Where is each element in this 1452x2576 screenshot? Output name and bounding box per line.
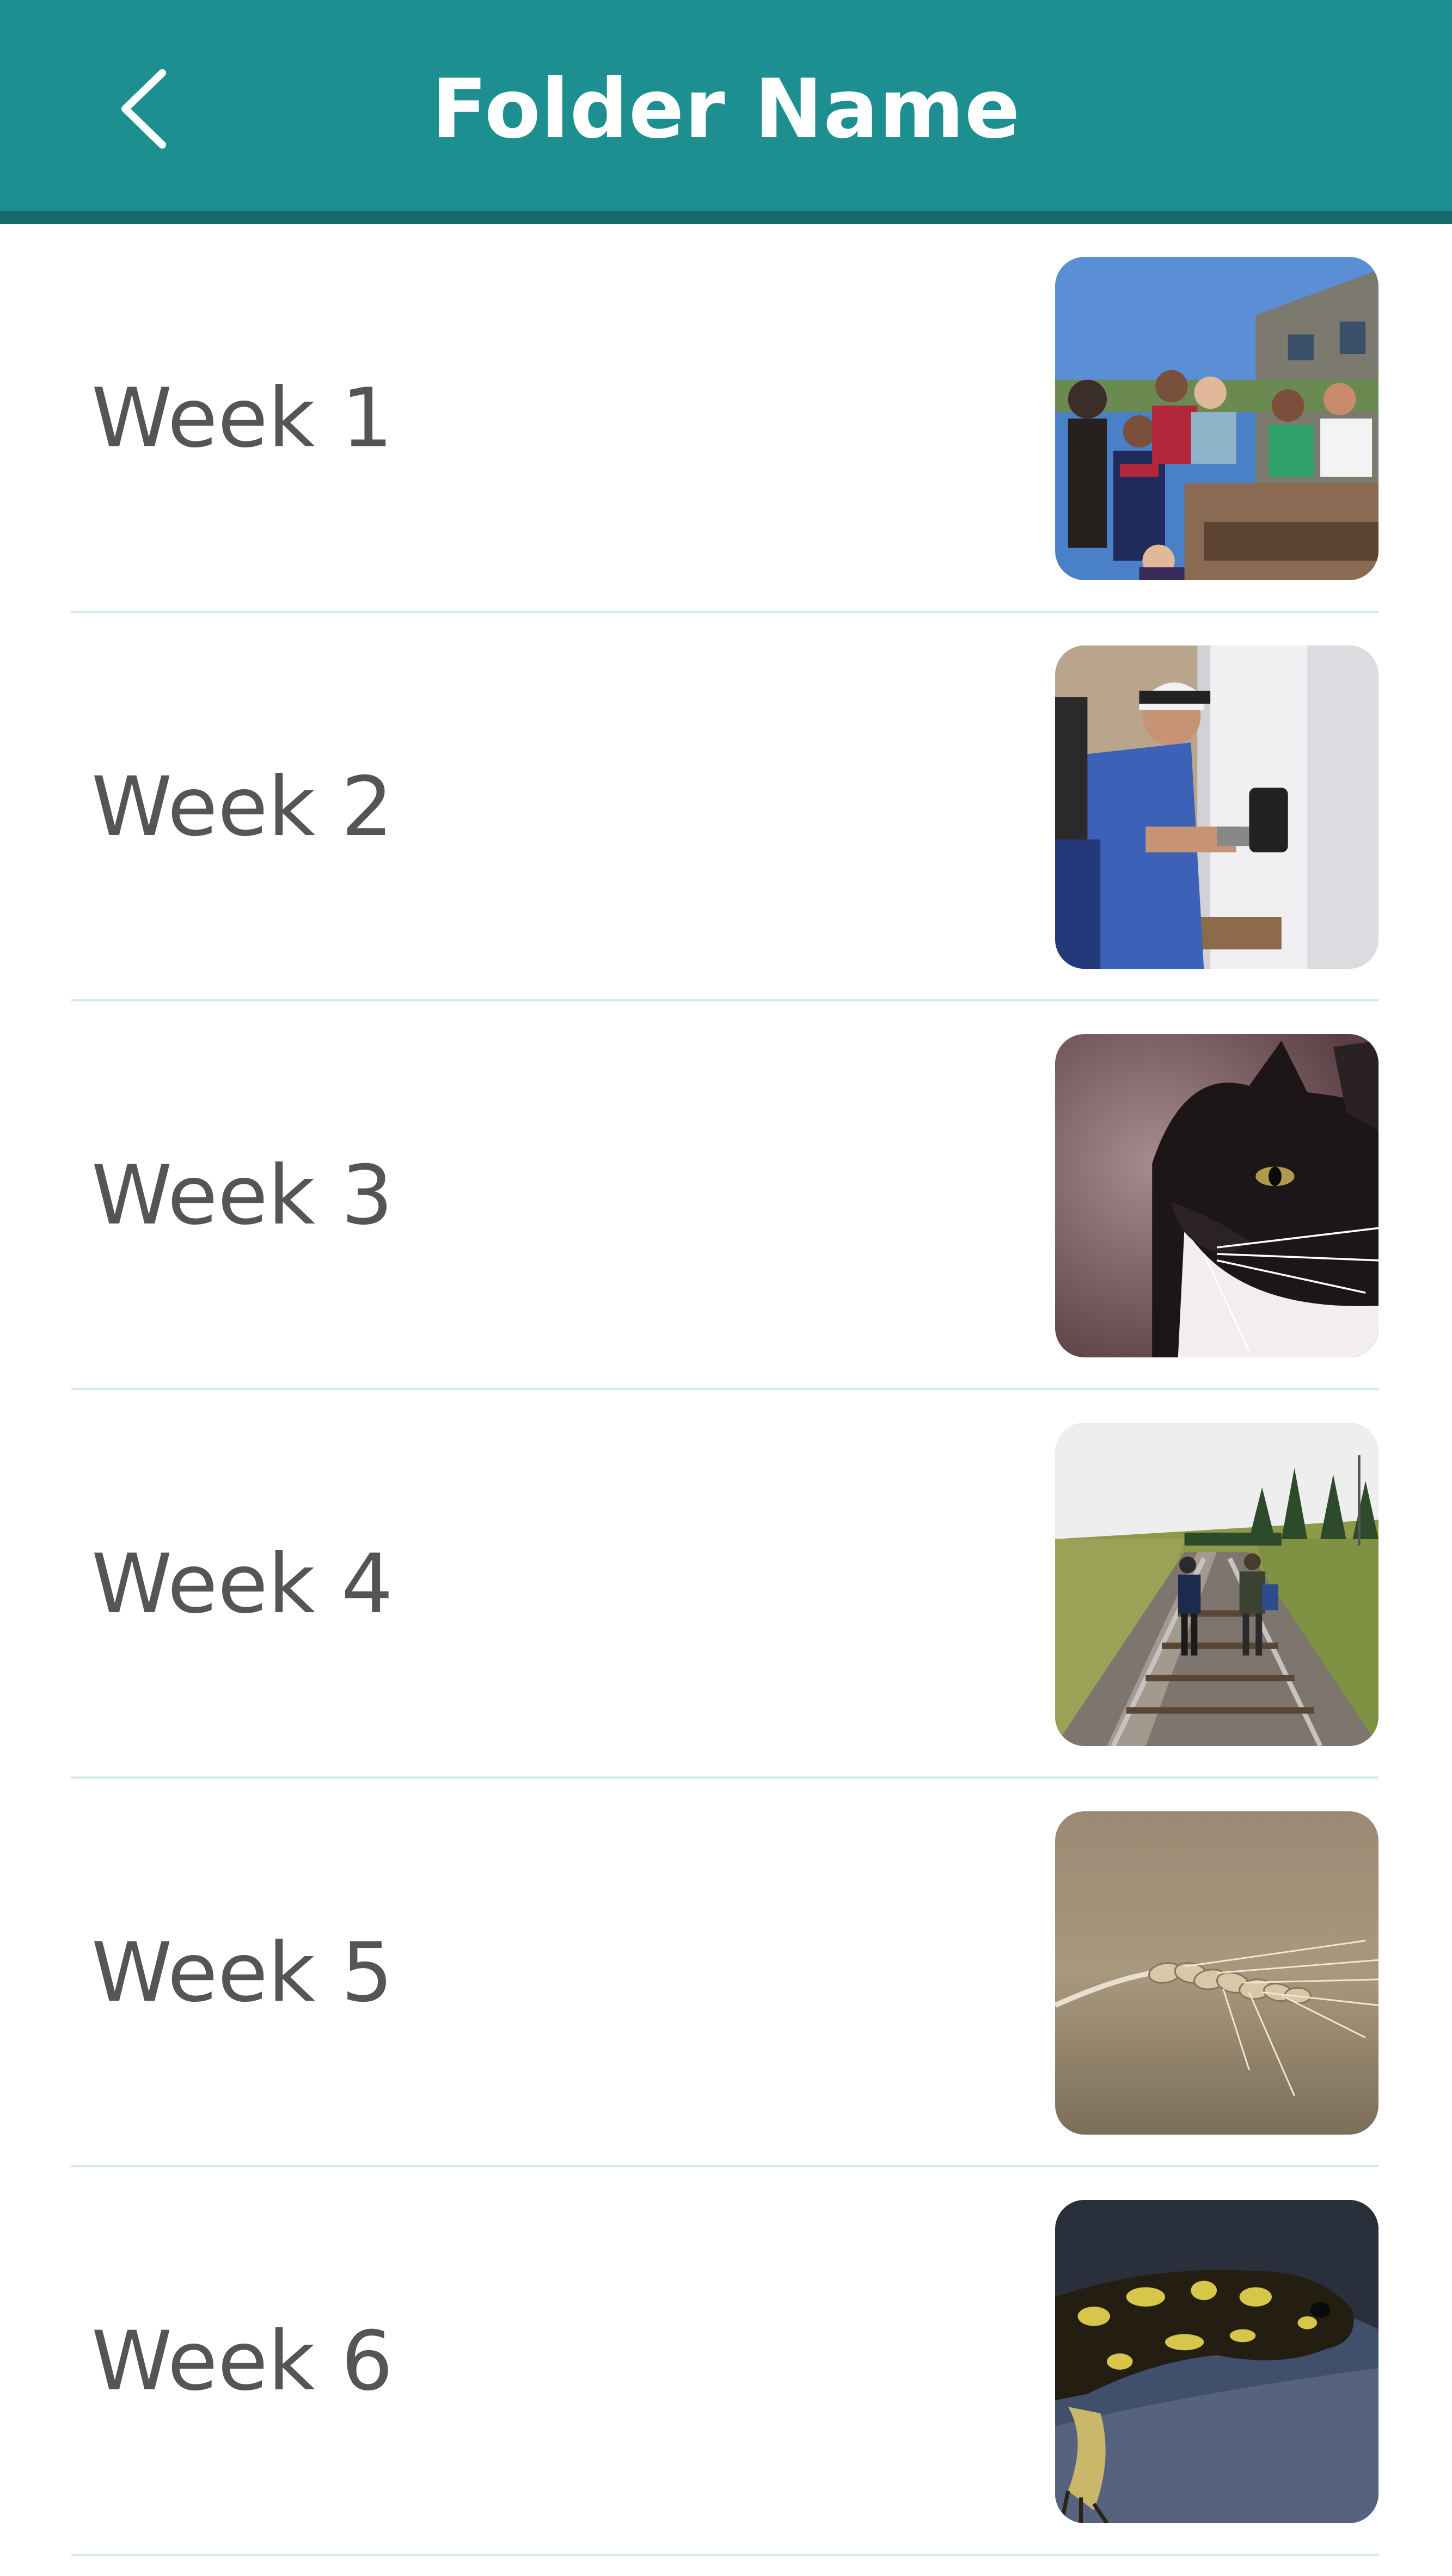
list-item-label: Week 5 (91, 1926, 394, 2020)
list-item-week-3[interactable]: Week 3 (0, 1001, 1452, 1390)
list-item-label: Week 4 (91, 1537, 394, 1632)
app-bar: Folder Name (0, 0, 1452, 224)
thumbnail-image (1055, 257, 1379, 580)
thumbnail-image (1055, 1034, 1379, 1357)
list-item-week-6[interactable]: Week 6 (0, 2167, 1452, 2556)
thumbnail-image (1055, 1811, 1379, 2135)
divider (71, 2554, 1379, 2556)
list-item-label: Week 2 (91, 760, 394, 854)
list-item-week-2[interactable]: Week 2 (0, 613, 1452, 1001)
list-item-week-4[interactable]: Week 4 (0, 1390, 1452, 1779)
list-item-week-1[interactable]: Week 1 (0, 224, 1452, 613)
page-title: Folder Name (431, 62, 1021, 157)
list-item-label: Week 1 (91, 371, 394, 466)
list-item-label: Week 6 (91, 2314, 394, 2409)
week-list: Week 1 Week 2 Week 3 Week 4 Week 5 Week … (0, 224, 1452, 2556)
thumbnail-image (1055, 1423, 1379, 1746)
list-item-week-5[interactable]: Week 5 (0, 1779, 1452, 2167)
thumbnail-image (1055, 645, 1379, 969)
thumbnail-image (1055, 2200, 1379, 2523)
list-item-label: Week 3 (91, 1148, 394, 1243)
